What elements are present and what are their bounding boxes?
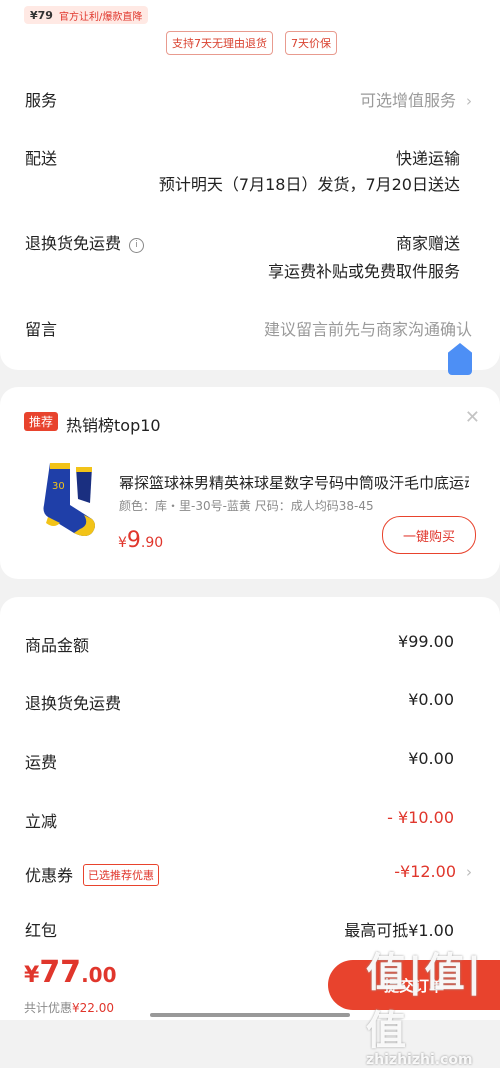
watermark: 值|值|值 zhizhizhi.com <box>366 940 500 1068</box>
one-click-buy-button[interactable]: 一键购买 <box>382 516 476 554</box>
return-free-fee-value: ¥0.00 <box>408 690 454 709</box>
message-label: 留言 <box>25 320 58 339</box>
return-free-label-text: 退换货免运费 <box>25 234 122 253</box>
info-icon[interactable]: i <box>129 237 145 253</box>
chevron-right-icon: › <box>466 863 472 881</box>
return-policy-badge: 支持7天无理由退货 <box>166 31 273 55</box>
return-free-label: 退换货免运费 i <box>25 230 145 254</box>
service-value-text: 可选增值服务 <box>359 91 456 110</box>
delivery-estimate: 预计明天（7月18日）发货，7月20日送达 <box>158 175 460 194</box>
strip-text: 官方让利/爆款直降 <box>58 11 143 23</box>
discount-value: - ¥10.00 <box>387 808 454 827</box>
return-free-sub: 享运费补贴或免费取件服务 <box>267 262 460 281</box>
product-price: ¥9.90 <box>118 528 163 553</box>
message-input[interactable]: 建议留言前先与商家沟通确认 <box>264 316 472 340</box>
product-spec: 颜色：库・里-30号-蓝黄 尺码：成人均码38-45 <box>119 499 374 513</box>
goods-amount-label: 商品金额 <box>25 636 90 655</box>
coupon-value-text: -¥12.00 <box>394 862 456 881</box>
shipping-fee-value: ¥0.00 <box>408 749 454 768</box>
total-int: 77 <box>39 955 82 990</box>
coupon-label-text: 优惠券 <box>25 866 74 885</box>
price-strip: ¥79 官方让利/爆款直降 <box>24 6 149 24</box>
goods-amount-value: ¥99.00 <box>398 632 454 651</box>
coupon-label: 优惠券 已选推荐优惠 <box>25 862 160 886</box>
price-protect-badge: 7天价保 <box>285 31 337 55</box>
home-indicator[interactable] <box>150 1013 350 1017</box>
red-packet-label: 红包 <box>25 921 58 940</box>
coupon-value: -¥12.00 › <box>394 862 472 881</box>
service-value: 可选增值服务 › <box>360 87 472 111</box>
product-price-int: 9 <box>126 528 141 553</box>
watermark-logo: 值|值|值 <box>366 950 484 1054</box>
product-title[interactable]: 幂探篮球袜男精英袜球星数字号码中筒吸汗毛巾底运动袜 <box>119 472 469 493</box>
delivery-method: 快递运输 <box>395 149 460 168</box>
saved-value: ¥22.00 <box>72 1001 115 1015</box>
return-free-fee-label: 退换货免运费 <box>25 694 122 713</box>
saved-label: 共计优惠 <box>24 1001 73 1015</box>
recommend-title: 热销榜top10 <box>66 416 161 435</box>
product-image[interactable]: 30 <box>36 459 102 539</box>
total-dec: .00 <box>81 963 117 987</box>
product-price-dec: .90 <box>140 535 164 551</box>
shipping-fee-label: 运费 <box>25 753 58 772</box>
watermark-url: zhizhizhi.com <box>366 1052 473 1068</box>
svg-text:30: 30 <box>52 481 65 492</box>
delivery-row: 配送 快递运输 预计明天（7月18日）发货，7月20日送达 <box>25 145 472 195</box>
return-free-row: 退换货免运费 i 商家赠送 享运费补贴或免费取件服务 <box>25 230 472 281</box>
recommend-badge: 推荐 <box>24 412 59 431</box>
total-currency: ¥ <box>24 963 40 988</box>
red-packet-value: 最高可抵¥1.00 <box>344 921 454 940</box>
chevron-right-icon: › <box>466 92 472 110</box>
strip-price: ¥79 <box>30 8 53 22</box>
service-label: 服务 <box>25 91 58 110</box>
return-free-value: 商家赠送 <box>395 234 460 253</box>
total-price: ¥77.00 <box>24 955 117 990</box>
order-info-card: ¥79 官方让利/爆款直降 支持7天无理由退货 7天价保 服务 可选增值服务 › … <box>0 0 500 370</box>
total-saved: 共计优惠¥22.00 <box>24 999 114 1016</box>
discount-label: 立减 <box>25 812 58 831</box>
coupon-recommended-tag: 已选推荐优惠 <box>83 864 160 886</box>
delivery-label: 配送 <box>25 149 58 168</box>
close-icon[interactable]: ✕ <box>465 407 480 428</box>
product-price-currency: ¥ <box>118 535 127 551</box>
